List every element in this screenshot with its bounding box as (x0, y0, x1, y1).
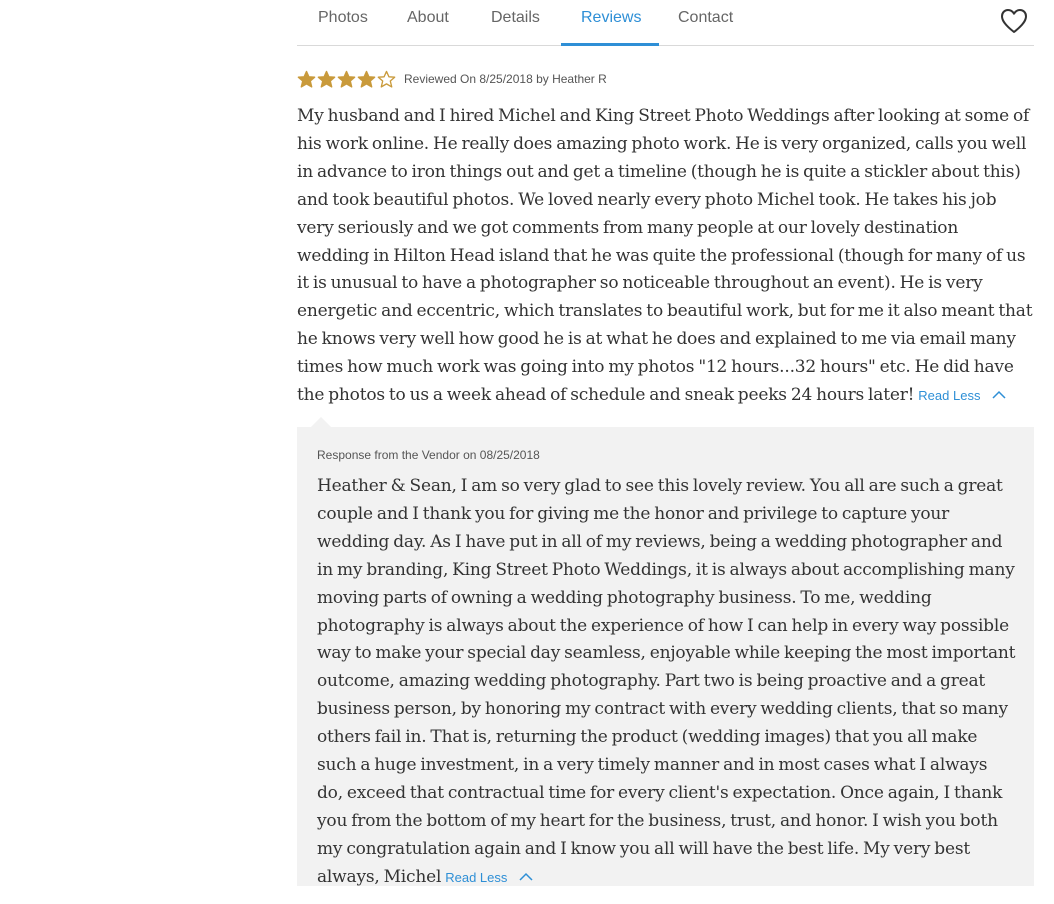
response-text: Heather & Sean, I am so very glad to see… (317, 476, 1016, 887)
review-body: My husband and I hired Michel and King S… (297, 103, 1034, 410)
star-rating (297, 70, 396, 89)
read-less-label: Read Less (445, 869, 508, 885)
active-tab-indicator (561, 43, 659, 46)
review-header: Reviewed On 8/25/2018 by Heather R (297, 68, 607, 90)
response-meta: Response from the Vendor on 08/25/2018 (317, 448, 540, 462)
star-filled-icon (317, 70, 336, 88)
chevron-up-icon (519, 872, 533, 881)
vendor-response: Response from the Vendor on 08/25/2018 H… (297, 417, 1034, 887)
star-filled-icon (337, 70, 356, 88)
review-read-less-link[interactable]: Read Less (918, 388, 1006, 403)
star-filled-icon (357, 70, 376, 88)
review-meta: Reviewed On 8/25/2018 by Heather R (404, 72, 607, 86)
response-pointer (311, 417, 331, 427)
tab-contact[interactable]: Contact (678, 9, 733, 27)
read-less-label: Read Less (918, 388, 981, 404)
tab-photos[interactable]: Photos (318, 9, 368, 27)
star-filled-icon (297, 70, 316, 88)
vendor-reviews-panel: Photos About Details Reviews Contact Rev… (297, 0, 1034, 887)
heart-outline-icon[interactable] (1000, 8, 1028, 34)
review-text: My husband and I hired Michel and King S… (297, 106, 1033, 406)
response-body: Heather & Sean, I am so very glad to see… (317, 473, 1017, 892)
chevron-up-icon (992, 391, 1006, 399)
star-empty-icon (377, 70, 396, 88)
tab-details[interactable]: Details (491, 9, 540, 27)
response-read-less-link[interactable]: Read Less (445, 870, 533, 885)
vendor-tab-bar: Photos About Details Reviews Contact (297, 0, 1034, 46)
tab-reviews[interactable]: Reviews (581, 9, 641, 27)
tab-about[interactable]: About (407, 9, 449, 27)
